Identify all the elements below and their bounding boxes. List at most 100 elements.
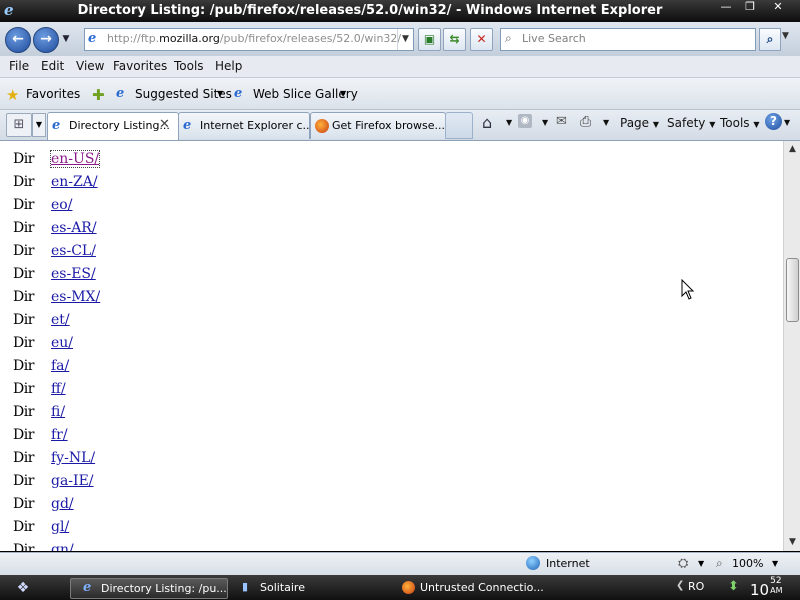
title-bar: e Directory Listing: /pub/firefox/releas… xyxy=(0,0,800,22)
menu-file[interactable]: File xyxy=(9,59,29,73)
menu-tools[interactable]: Tools xyxy=(174,59,204,73)
directory-link[interactable]: es-AR/ xyxy=(51,220,97,236)
quick-tabs-icon[interactable]: ⊞ xyxy=(6,113,32,137)
add-to-favorites-bar-icon[interactable]: ✚ xyxy=(92,86,105,104)
list-item: Dir es-MX/ xyxy=(0,287,780,310)
address-field[interactable]: e http://ftp.mozilla.org/pub/firefox/rel… xyxy=(84,28,414,51)
directory-link[interactable]: ga-IE/ xyxy=(51,473,94,489)
directory-link[interactable]: gd/ xyxy=(51,496,74,512)
tray-expand-icon[interactable]: ❮ xyxy=(676,580,684,591)
favorites-star-icon[interactable]: ★ xyxy=(6,86,19,104)
task-ie-directory-listing[interactable]: e Directory Listing: /pu... xyxy=(70,578,228,599)
help-dropdown-icon[interactable]: ▼ xyxy=(784,118,790,127)
page-menu-button[interactable]: Page ▼ xyxy=(620,116,659,130)
tab-title: Directory Listing... xyxy=(69,119,170,132)
task-firefox-untrusted[interactable]: Untrusted Connectio... xyxy=(398,578,556,597)
directory-link[interactable]: es-MX/ xyxy=(51,289,100,305)
directory-link[interactable]: ff/ xyxy=(51,381,66,397)
directory-link[interactable]: fa/ xyxy=(51,358,69,374)
suggested-sites-dropdown-icon[interactable]: ▼ xyxy=(217,89,223,98)
entry-type: Dir xyxy=(13,197,34,213)
entry-type: Dir xyxy=(13,404,34,420)
live-search-icon: ⌕ xyxy=(505,31,512,45)
entry-type: Dir xyxy=(13,358,34,374)
favorites-bar: ★ Favorites ✚ e Suggested Sites ▼ e Web … xyxy=(0,78,800,110)
restore-button[interactable]: ❐ xyxy=(740,0,760,16)
language-indicator[interactable]: RO xyxy=(688,580,704,593)
directory-link[interactable]: es-ES/ xyxy=(51,266,96,282)
safety-menu-button[interactable]: Safety ▼ xyxy=(667,116,715,130)
feeds-icon[interactable]: ◉ xyxy=(518,114,532,128)
tab-get-firefox[interactable]: Get Firefox browse... xyxy=(310,112,446,139)
tab-close-icon[interactable]: ✕ xyxy=(159,117,170,132)
task-solitaire[interactable]: ▮ Solitaire xyxy=(238,578,388,597)
recent-pages-dropdown[interactable]: ▼ xyxy=(60,31,72,47)
menu-view[interactable]: View xyxy=(76,59,104,73)
new-tab-button[interactable] xyxy=(445,112,473,139)
zoom-dropdown-icon[interactable]: ▼ xyxy=(772,559,778,568)
entry-type: Dir xyxy=(13,174,34,190)
close-button[interactable]: ✕ xyxy=(758,0,798,16)
list-item: Dir en-ZA/ xyxy=(0,172,780,195)
menu-edit[interactable]: Edit xyxy=(41,59,64,73)
clock[interactable]: 10 52 AM xyxy=(750,576,783,599)
tab-list-dropdown[interactable]: ▼ xyxy=(32,113,46,137)
back-button[interactable]: ← xyxy=(5,27,31,53)
directory-link[interactable]: et/ xyxy=(51,312,70,328)
zoom-level[interactable]: 100% xyxy=(732,557,763,570)
directory-link[interactable]: gn/ xyxy=(51,542,74,551)
start-windows-icon[interactable]: ❖ xyxy=(14,579,32,597)
scroll-up-icon[interactable]: ▲ xyxy=(784,141,800,158)
list-item: Dir et/ xyxy=(0,310,780,333)
minimize-button[interactable]: — xyxy=(716,0,736,16)
compatibility-view-icon[interactable]: ▣ xyxy=(418,28,441,51)
entry-type: Dir xyxy=(13,496,34,512)
directory-link[interactable]: en-US/ xyxy=(49,150,101,168)
scroll-down-icon[interactable]: ▼ xyxy=(784,534,800,551)
list-item: Dir en-US/ xyxy=(0,149,780,172)
tab-internet-explorer[interactable]: e Internet Explorer c... xyxy=(178,112,310,139)
protected-mode-dropdown-icon[interactable]: ▼ xyxy=(698,559,704,568)
zoom-icon[interactable]: ⌕ xyxy=(716,556,723,571)
print-dropdown-icon[interactable]: ▼ xyxy=(603,118,609,127)
entry-type: Dir xyxy=(13,542,34,551)
home-icon[interactable]: ⌂ xyxy=(482,113,492,132)
search-input[interactable]: ⌕ Live Search xyxy=(500,28,756,51)
protected-mode-icon[interactable]: ⛭ xyxy=(678,556,688,571)
favorites-button[interactable]: Favorites xyxy=(26,87,80,101)
scroll-thumb[interactable] xyxy=(786,258,799,322)
firefox-icon xyxy=(315,119,329,133)
refresh-icon[interactable]: ⇆ xyxy=(443,28,466,51)
directory-link[interactable]: gl/ xyxy=(51,519,69,535)
directory-link[interactable]: eo/ xyxy=(51,197,72,213)
address-dropdown[interactable]: ▼ xyxy=(397,29,413,50)
directory-link[interactable]: en-ZA/ xyxy=(51,174,98,190)
menu-help[interactable]: Help xyxy=(215,59,242,73)
vertical-scrollbar[interactable]: ▲ ▼ xyxy=(783,141,800,551)
directory-link[interactable]: eu/ xyxy=(51,335,73,351)
web-slice-dropdown-icon[interactable]: ▼ xyxy=(340,89,346,98)
directory-link[interactable]: fy-NL/ xyxy=(51,450,95,466)
directory-link[interactable]: fi/ xyxy=(51,404,65,420)
navigation-bar: ← → ▼ e http://ftp.mozilla.org/pub/firef… xyxy=(0,22,800,57)
security-zone: Internet xyxy=(546,557,590,570)
tab-directory-listing[interactable]: e Directory Listing... ✕ xyxy=(47,112,179,140)
help-icon[interactable]: ? xyxy=(765,113,782,130)
home-dropdown-icon[interactable]: ▼ xyxy=(506,118,512,127)
read-mail-icon[interactable]: ✉ xyxy=(556,114,567,129)
network-tray-icon[interactable]: ⬍ xyxy=(728,579,739,594)
menu-favorites[interactable]: Favorites xyxy=(113,59,167,73)
page-ie-icon: e xyxy=(88,31,97,46)
search-options-dropdown[interactable]: ▼ xyxy=(782,31,789,41)
tools-menu-button[interactable]: Tools ▼ xyxy=(720,116,760,130)
directory-link[interactable]: fr/ xyxy=(51,427,68,443)
list-item: Dir ga-IE/ xyxy=(0,471,780,494)
search-icon[interactable]: ⌕ xyxy=(759,28,781,51)
task-label: Solitaire xyxy=(260,581,305,594)
print-icon[interactable]: ⎙ xyxy=(580,114,591,130)
stop-icon[interactable]: ✕ xyxy=(470,28,493,51)
directory-link[interactable]: es-CL/ xyxy=(51,243,96,259)
feeds-dropdown-icon[interactable]: ▼ xyxy=(542,118,548,127)
forward-button[interactable]: → xyxy=(33,27,59,53)
tab-title: Get Firefox browse... xyxy=(332,119,445,132)
